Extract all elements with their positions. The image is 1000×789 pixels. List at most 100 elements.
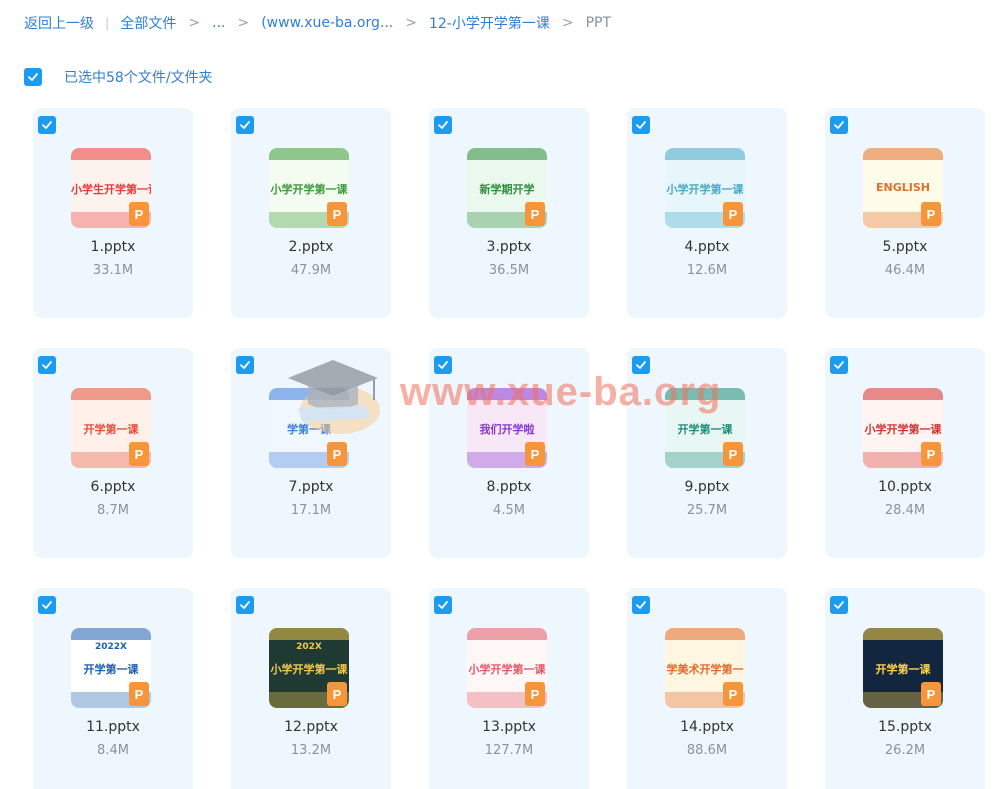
thumbnail-title: 开学第一课 bbox=[83, 663, 139, 676]
file-checkbox[interactable] bbox=[38, 116, 56, 134]
file-name[interactable]: 1.pptx bbox=[33, 239, 193, 255]
file-name[interactable]: 12.pptx bbox=[231, 719, 391, 735]
file-thumbnail[interactable]: 开学第一课 P bbox=[71, 388, 151, 468]
selection-count: 已选中58个文件/文件夹 bbox=[64, 70, 213, 86]
file-card[interactable]: 我们开学啦 P 8.pptx 4.5M bbox=[429, 348, 589, 558]
file-name[interactable]: 2.pptx bbox=[231, 239, 391, 255]
back-link[interactable]: 返回上一级 bbox=[24, 13, 94, 33]
file-thumbnail[interactable]: 学美术开学第一 P bbox=[665, 628, 745, 708]
file-size: 88.6M bbox=[686, 743, 728, 758]
file-card[interactable]: 小学开学第一课 P 10.pptx 28.4M bbox=[825, 348, 985, 558]
check-icon bbox=[42, 361, 52, 369]
file-name[interactable]: 11.pptx bbox=[33, 719, 193, 735]
file-card[interactable]: 小学开学第一课 P 13.pptx 127.7M bbox=[429, 588, 589, 789]
breadcrumb-folder-site[interactable]: (www.xue-ba.org... bbox=[261, 15, 393, 31]
file-checkbox[interactable] bbox=[236, 116, 254, 134]
breadcrumb-all-files[interactable]: 全部文件 bbox=[120, 13, 176, 33]
check-icon bbox=[438, 361, 448, 369]
file-card[interactable]: ENGLISH P 5.pptx 46.4M bbox=[825, 108, 985, 318]
file-thumbnail[interactable]: 新学期开学 P bbox=[467, 148, 547, 228]
thumbnail-title: 学第一课 bbox=[287, 423, 331, 436]
thumbnail-title: 新学期开学 bbox=[479, 183, 535, 196]
thumbnail-title: 小学开学第一课 bbox=[666, 183, 744, 196]
chevron-right-icon: > bbox=[237, 15, 250, 31]
file-checkbox[interactable] bbox=[632, 116, 650, 134]
thumbnail-title: 开学第一课 bbox=[875, 663, 931, 676]
file-card[interactable]: 小学开学第一课 P 202X 12.pptx 13.2M bbox=[231, 588, 391, 789]
file-checkbox[interactable] bbox=[632, 596, 650, 614]
file-checkbox[interactable] bbox=[830, 596, 848, 614]
file-size: 26.2M bbox=[884, 743, 926, 758]
file-checkbox[interactable] bbox=[38, 356, 56, 374]
file-size: 36.5M bbox=[488, 263, 530, 278]
file-thumbnail[interactable]: 开学第一课 P bbox=[665, 388, 745, 468]
file-checkbox[interactable] bbox=[236, 596, 254, 614]
file-thumbnail[interactable]: 小学开学第一课 P bbox=[269, 148, 349, 228]
file-checkbox[interactable] bbox=[434, 356, 452, 374]
file-card[interactable]: 学美术开学第一 P 14.pptx 88.6M bbox=[627, 588, 787, 789]
file-name[interactable]: 10.pptx bbox=[825, 479, 985, 495]
file-checkbox[interactable] bbox=[236, 356, 254, 374]
breadcrumb-ellipsis[interactable]: ... bbox=[212, 15, 225, 31]
file-thumbnail[interactable]: 我们开学啦 P bbox=[467, 388, 547, 468]
file-name[interactable]: 3.pptx bbox=[429, 239, 589, 255]
file-card[interactable]: 开学第一课 P 15.pptx 26.2M bbox=[825, 588, 985, 789]
check-icon bbox=[834, 601, 844, 609]
file-card[interactable]: 学第一课 P 7.pptx 17.1M bbox=[231, 348, 391, 558]
file-thumbnail[interactable]: 小学开学第一课 P bbox=[665, 148, 745, 228]
file-thumbnail[interactable]: ENGLISH P bbox=[863, 148, 943, 228]
file-size: 25.7M bbox=[686, 503, 728, 518]
file-name[interactable]: 8.pptx bbox=[429, 479, 589, 495]
file-size: 13.2M bbox=[290, 743, 332, 758]
file-card[interactable]: 小学生开学第一课 P 1.pptx 33.1M bbox=[33, 108, 193, 318]
file-card[interactable]: 小学开学第一课 P 4.pptx 12.6M bbox=[627, 108, 787, 318]
file-thumbnail[interactable]: 小学开学第一课 P bbox=[863, 388, 943, 468]
file-checkbox[interactable] bbox=[632, 356, 650, 374]
breadcrumb-folder-lesson[interactable]: 12-小学开学第一课 bbox=[429, 13, 550, 33]
thumbnail-title: 我们开学啦 bbox=[479, 423, 535, 436]
file-size: 12.6M bbox=[686, 263, 728, 278]
ppt-file-icon: P bbox=[129, 682, 149, 706]
file-size: 4.5M bbox=[493, 503, 525, 518]
file-checkbox[interactable] bbox=[38, 596, 56, 614]
check-icon bbox=[42, 601, 52, 609]
ppt-file-icon: P bbox=[327, 442, 347, 466]
file-checkbox[interactable] bbox=[830, 116, 848, 134]
file-thumbnail[interactable]: 开学第一课 P 2022X bbox=[71, 628, 151, 708]
file-name[interactable]: 5.pptx bbox=[825, 239, 985, 255]
file-name[interactable]: 6.pptx bbox=[33, 479, 193, 495]
file-thumbnail[interactable]: 小学生开学第一课 P bbox=[71, 148, 151, 228]
check-icon bbox=[240, 601, 250, 609]
ppt-file-icon: P bbox=[129, 202, 149, 226]
file-card[interactable]: 小学开学第一课 P 2.pptx 47.9M bbox=[231, 108, 391, 318]
file-checkbox[interactable] bbox=[434, 596, 452, 614]
file-size: 28.4M bbox=[884, 503, 926, 518]
check-icon bbox=[636, 121, 646, 129]
file-name[interactable]: 4.pptx bbox=[627, 239, 787, 255]
file-card[interactable]: 新学期开学 P 3.pptx 36.5M bbox=[429, 108, 589, 318]
file-card[interactable]: 开学第一课 P 2022X 11.pptx 8.4M bbox=[33, 588, 193, 789]
ppt-file-icon: P bbox=[327, 682, 347, 706]
file-name[interactable]: 9.pptx bbox=[627, 479, 787, 495]
file-thumbnail[interactable]: 开学第一课 P bbox=[863, 628, 943, 708]
ppt-file-icon: P bbox=[921, 442, 941, 466]
file-checkbox[interactable] bbox=[434, 116, 452, 134]
file-thumbnail[interactable]: 小学开学第一课 P bbox=[467, 628, 547, 708]
check-icon bbox=[28, 73, 38, 81]
file-card[interactable]: 开学第一课 P 9.pptx 25.7M bbox=[627, 348, 787, 558]
file-thumbnail[interactable]: 小学开学第一课 P 202X bbox=[269, 628, 349, 708]
select-all-checkbox[interactable] bbox=[24, 68, 42, 86]
file-checkbox[interactable] bbox=[830, 356, 848, 374]
file-size: 127.7M bbox=[484, 743, 534, 758]
file-name[interactable]: 7.pptx bbox=[231, 479, 391, 495]
file-name[interactable]: 15.pptx bbox=[825, 719, 985, 735]
thumbnail-top-band bbox=[863, 148, 943, 160]
thumbnail-year: 2022X bbox=[95, 642, 127, 652]
file-name[interactable]: 14.pptx bbox=[627, 719, 787, 735]
thumbnail-top-band bbox=[71, 628, 151, 640]
chevron-right-icon: > bbox=[188, 15, 201, 31]
check-icon bbox=[42, 121, 52, 129]
file-card[interactable]: 开学第一课 P 6.pptx 8.7M bbox=[33, 348, 193, 558]
file-name[interactable]: 13.pptx bbox=[429, 719, 589, 735]
file-thumbnail[interactable]: 学第一课 P bbox=[269, 388, 349, 468]
